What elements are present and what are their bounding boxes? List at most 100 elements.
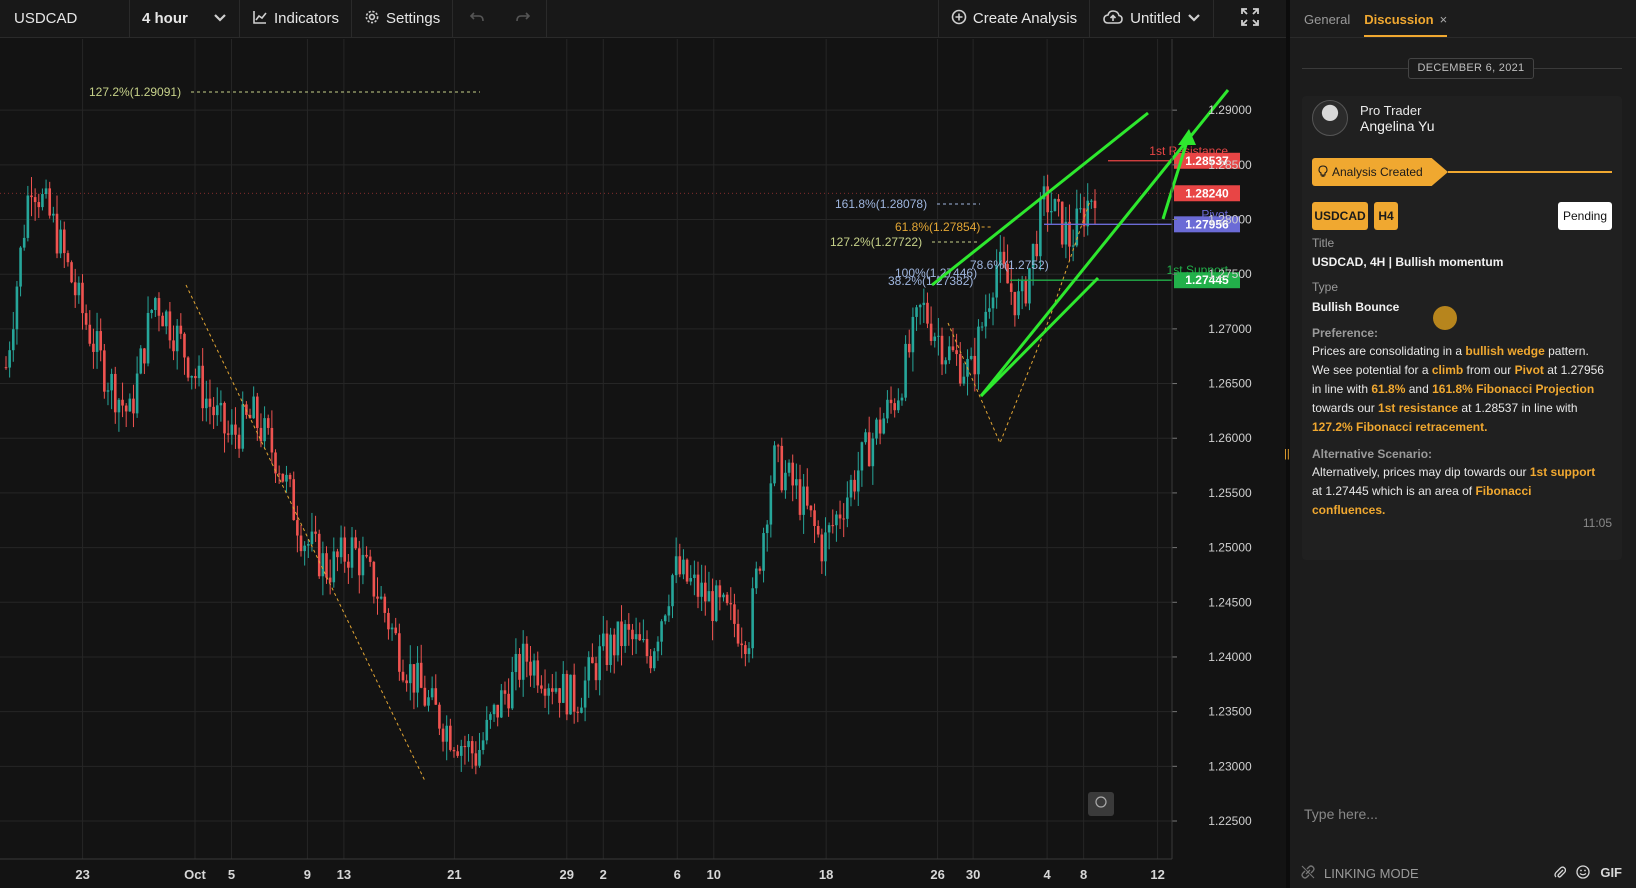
chevron-down-icon: [213, 10, 227, 27]
gif-button[interactable]: GIF: [1600, 865, 1622, 882]
candle-body: [827, 525, 831, 533]
candle-body: [52, 213, 55, 216]
candle-body: [929, 323, 933, 341]
trading-app: USDCAD 4 hour Indicators Settings Create…: [0, 0, 1636, 888]
highlight-run: 1st resistance: [1378, 401, 1459, 415]
candle-body: [449, 725, 452, 750]
candle-body: [682, 559, 685, 575]
type-value: Bullish Bounce: [1312, 300, 1400, 314]
candle-body: [485, 719, 489, 741]
fib-trend-line: [185, 284, 426, 782]
candle-body: [110, 373, 113, 391]
cloud-upload-icon: [1102, 9, 1124, 29]
candle-body: [583, 680, 587, 708]
candle-body: [143, 348, 146, 364]
linking-mode-label[interactable]: LINKING MODE: [1324, 866, 1419, 881]
tab-general[interactable]: General: [1304, 12, 1350, 37]
candle-body: [587, 657, 591, 681]
candle-body: [401, 671, 405, 681]
candle-body: [55, 213, 59, 254]
symbol-chip[interactable]: USDCAD: [1312, 202, 1368, 230]
candle-body: [296, 520, 299, 536]
candle-body: [1082, 208, 1086, 227]
candle-body: [99, 331, 102, 351]
settings-button[interactable]: Settings: [352, 0, 454, 37]
candle-body: [1064, 221, 1068, 245]
message-input[interactable]: Type here...: [1290, 806, 1636, 842]
redo-icon: [515, 10, 531, 27]
candle-body: [591, 657, 594, 664]
create-analysis-button[interactable]: Create Analysis: [937, 0, 1091, 37]
candle-body: [988, 308, 991, 312]
candle-body: [1049, 211, 1053, 213]
drawings: 1st Resistance1.28537Pivot1.279561st Sup…: [0, 85, 1240, 816]
chart-canvas[interactable]: 1st Resistance1.28537Pivot1.279561st Sup…: [0, 39, 1286, 888]
candle-body: [1009, 283, 1013, 292]
redo-button[interactable]: [500, 0, 548, 37]
candle-body: [602, 633, 605, 647]
candle-body: [474, 753, 478, 766]
resize-grip-icon[interactable]: ||: [1284, 448, 1290, 460]
symbol-selector[interactable]: USDCAD: [0, 0, 130, 37]
candle-body: [747, 648, 751, 655]
close-icon[interactable]: ×: [1440, 12, 1448, 27]
candle-body: [496, 704, 499, 718]
candle-body: [328, 577, 332, 583]
undo-button[interactable]: [453, 0, 500, 37]
candle-body: [864, 432, 867, 443]
highlight-run: Pivot: [1514, 363, 1544, 377]
price-chart[interactable]: 1st Resistance 1.28537 Pivot 1.27956 1st Sup…: [0, 39, 1286, 888]
candle-body: [703, 582, 707, 602]
undo-icon: [469, 10, 485, 27]
candle-body: [357, 548, 361, 576]
candle-body: [22, 237, 26, 248]
candle-body: [514, 653, 518, 673]
timeframe-chip[interactable]: H4: [1374, 202, 1398, 230]
candle-body: [390, 627, 394, 630]
candle-body: [11, 329, 15, 351]
candle-body: [336, 551, 339, 558]
candle-body: [197, 365, 201, 379]
candle-body: [281, 473, 285, 482]
text-run: Prices are consolidating in a: [1312, 344, 1466, 358]
candle-body: [977, 326, 980, 375]
candle-body: [744, 645, 747, 655]
candle-body: [842, 518, 845, 520]
candle-body: [1035, 243, 1039, 257]
candle-body: [452, 749, 456, 752]
layout-selector[interactable]: Untitled: [1090, 0, 1214, 37]
indicators-button[interactable]: Indicators: [240, 0, 353, 37]
emoji-icon[interactable]: [1576, 864, 1590, 882]
text-run: Alternatively, prices may dip towards ou…: [1312, 465, 1530, 479]
candle-body: [59, 229, 62, 254]
date-tick-label: 6: [674, 867, 681, 882]
interval-selector[interactable]: 4 hour: [130, 0, 240, 37]
link-icon[interactable]: [1300, 864, 1316, 882]
candle-body: [113, 373, 117, 413]
candle-body: [168, 311, 172, 341]
attachment-icon[interactable]: [1554, 865, 1567, 882]
candle-body: [663, 615, 667, 622]
candle-body: [1028, 268, 1031, 304]
candle-body: [561, 673, 565, 703]
tab-discussion[interactable]: Discussion ×: [1364, 12, 1448, 37]
candle-body: [875, 419, 878, 439]
fullscreen-button[interactable]: [1214, 0, 1286, 37]
candle-body: [642, 638, 645, 641]
candle-body: [263, 418, 266, 442]
candle-body: [649, 656, 652, 669]
candle-body: [48, 188, 52, 216]
candle-body: [565, 673, 569, 715]
candle-body: [26, 195, 30, 238]
highlight-run: 61.8%: [1371, 382, 1406, 396]
indicators-label: Indicators: [274, 10, 340, 27]
price-tick-label: 1.26000: [1208, 431, 1252, 445]
avatar[interactable]: [1312, 100, 1348, 136]
text-run: at 1.28537 in line with: [1458, 401, 1578, 415]
candle-body: [765, 524, 769, 534]
date-tick-label: 26: [930, 867, 944, 882]
candle-body: [175, 325, 179, 352]
chevron-down-icon: [1187, 10, 1201, 27]
candle-body: [154, 298, 157, 311]
candle-body: [736, 623, 740, 644]
